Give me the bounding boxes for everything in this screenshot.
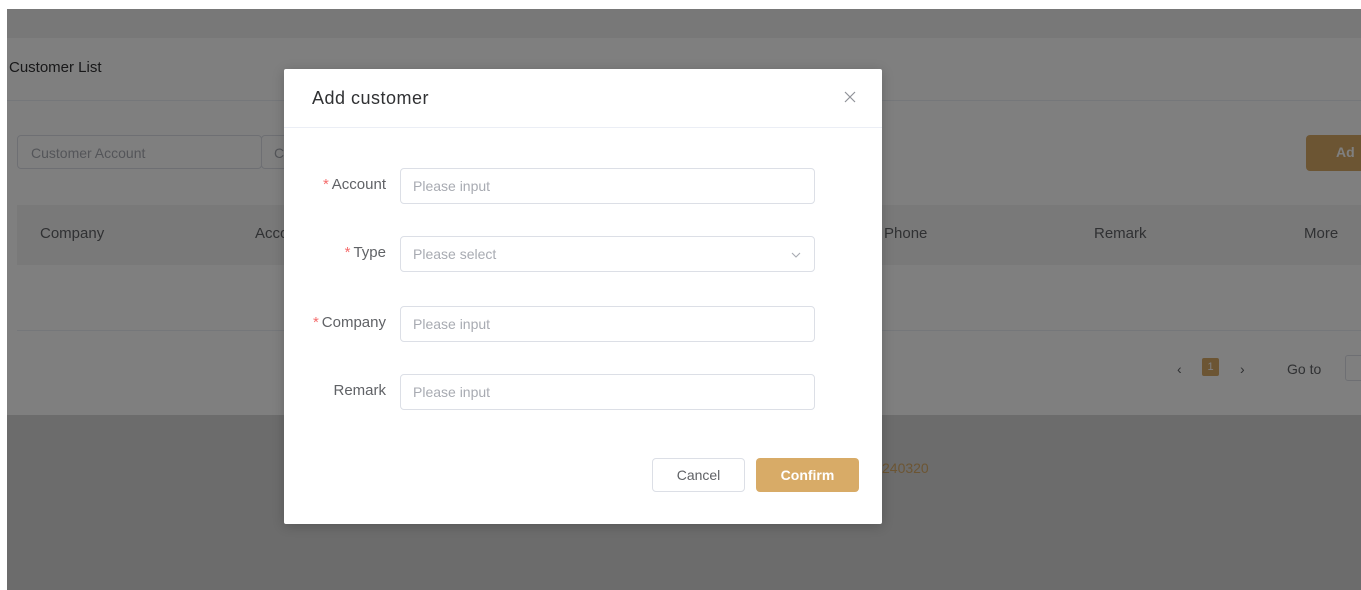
chevron-down-icon [791,252,801,258]
dialog-title: Add customer [312,88,430,108]
account-label: * Account [322,176,386,193]
window-top-edge [0,0,1361,9]
form-row-company: * Company Please input [284,306,882,342]
cancel-button[interactable]: Cancel [652,458,745,492]
company-placeholder: Please input [413,316,491,332]
account-placeholder: Please input [413,178,491,194]
form-row-account: * Account Please input [284,168,882,204]
add-customer-dialog: Add customer * Account Please input * Type… [284,69,882,524]
window-left-edge [0,0,7,590]
confirm-button[interactable]: Confirm [756,458,859,492]
company-label: * Company [312,314,386,331]
dialog-header: Add customer [284,69,882,128]
account-input[interactable]: Please input [400,168,815,204]
type-placeholder: Please select [413,246,497,262]
type-label: * Type [344,244,386,261]
company-input[interactable]: Please input [400,306,815,342]
type-select[interactable]: Please select [400,236,815,272]
close-icon[interactable] [842,89,858,105]
form-row-type: * Type Please select [284,236,882,272]
form-row-remark: Remark Please input [284,374,882,410]
remark-label: Remark [333,382,386,399]
remark-input[interactable]: Please input [400,374,815,410]
remark-placeholder: Please input [413,384,491,400]
